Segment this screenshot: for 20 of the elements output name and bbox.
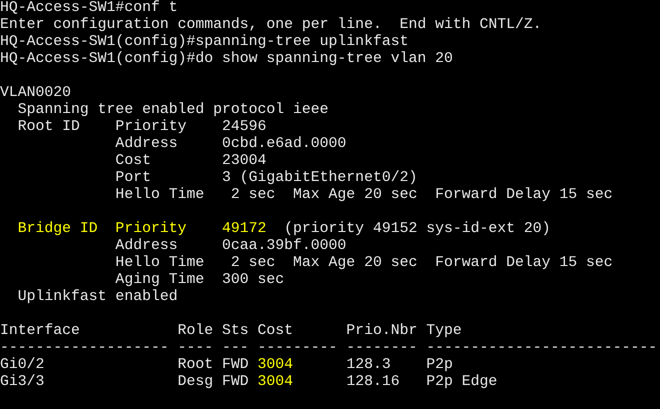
terminal-line: Enter configuration commands, one per line. End with CNTL/Z. [0,17,542,34]
terminal-line: Port 3 (GigabitEthernet0/2) [114,170,418,187]
terminal-line: Hello Time 2 sec Max Age 20 sec Forward Delay 15 sec [114,255,613,272]
terminal-line: HQ-Access-SW1(config)#do show spanning-tree vlan 20 [0,51,453,68]
terminal-line: VLAN0020 [0,85,72,102]
terminal-line: Spanning tree enabled protocol ieee [16,102,329,119]
terminal-line: Root ID Priority 24596 [16,119,266,136]
terminal-line: HQ-Access-SW1(config)#spanning-tree uplinkfast [0,34,408,51]
terminal-line: Gi3/3 Desg FWD 3004 128.16 P2p Edge [0,374,498,391]
terminal-line: Cost 23004 [114,153,266,170]
terminal-line: HQ-Access-SW1#conf t [0,0,178,17]
terminal-line: Hello Time 2 sec Max Age 20 sec Forward Delay 15 sec [114,187,613,204]
terminal-line: Aging Time 300 sec [114,272,284,289]
terminal-line: ------------------- ---- --- --------- -------- -------------------------- [0,340,658,357]
terminal-line: Bridge ID Priority 49172 (priority 49152 sys-id-ext 20) [16,221,551,238]
terminal-line: Interface Role Sts Cost Prio.Nbr Type [0,323,462,340]
terminal-line: Address 0cbd.e6ad.0000 [114,136,346,153]
terminal-line: Uplinkfast enabled [16,289,178,306]
terminal-line: Gi0/2 Root FWD 3004 128.3 P2p [0,357,453,374]
terminal-line: Address 0caa.39bf.0000 [114,238,346,255]
